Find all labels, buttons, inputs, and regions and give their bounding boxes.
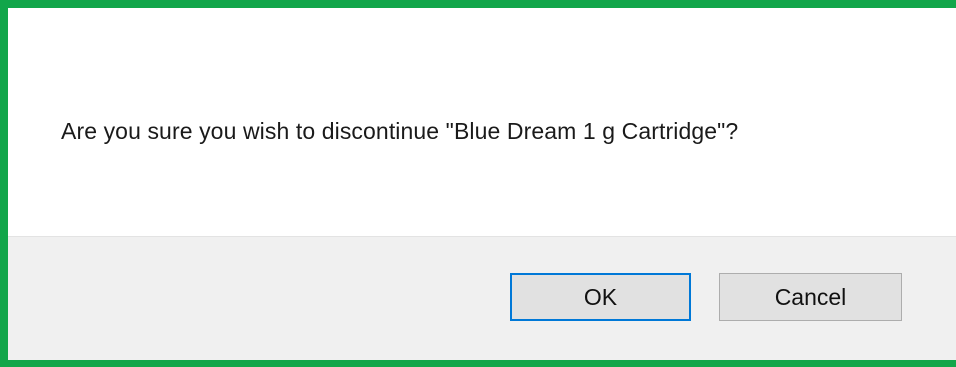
- dialog-body: Are you sure you wish to discontinue "Bl…: [8, 8, 956, 236]
- dialog-button-bar: OK Cancel: [8, 236, 956, 360]
- ok-button[interactable]: OK: [510, 273, 691, 321]
- confirmation-message: Are you sure you wish to discontinue "Bl…: [61, 118, 739, 144]
- cancel-button[interactable]: Cancel: [719, 273, 902, 321]
